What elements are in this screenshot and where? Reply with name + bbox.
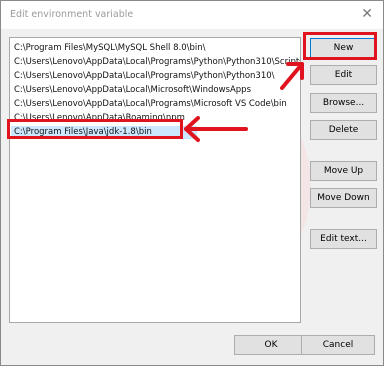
list-item[interactable]: C:\Users\Lenovo\AppData\Local\Programs\M…	[11, 98, 287, 111]
ok-button[interactable]: OK	[234, 335, 308, 355]
cancel-button[interactable]: Cancel	[301, 335, 375, 355]
title-bar: Edit environment variable ✕	[1, 1, 383, 29]
list-item[interactable]: C:\Users\Lenovo\AppData\Local\Programs\P…	[11, 70, 275, 83]
list-item[interactable]: C:\Users\Lenovo\AppData\Roaming\npm	[11, 112, 185, 125]
path-list[interactable]: C:\Program Files\MySQL\MySQL Shell 8.0\b…	[9, 37, 301, 323]
edit-env-variable-dialog: Edit environment variable ✕ C:\Program F…	[0, 0, 384, 366]
edit-text-button[interactable]: Edit text...	[310, 229, 377, 249]
move-up-button[interactable]: Move Up	[310, 161, 377, 181]
dialog-title: Edit environment variable	[10, 9, 134, 20]
move-down-button[interactable]: Move Down	[310, 188, 377, 208]
browse-button[interactable]: Browse...	[310, 93, 377, 113]
list-item[interactable]: C:\Users\Lenovo\AppData\Local\Programs\P…	[11, 56, 300, 69]
edit-button[interactable]: Edit	[310, 65, 377, 85]
list-item-selected[interactable]: C:\Program Files\Java\jdk-1.8\bin	[11, 126, 197, 139]
delete-button[interactable]: Delete	[310, 120, 377, 140]
list-item[interactable]: C:\Program Files\MySQL\MySQL Shell 8.0\b…	[11, 42, 206, 55]
new-button[interactable]: New	[310, 38, 377, 58]
list-item[interactable]: C:\Users\Lenovo\AppData\Local\Microsoft\…	[11, 84, 251, 97]
close-icon[interactable]: ✕	[361, 6, 373, 22]
